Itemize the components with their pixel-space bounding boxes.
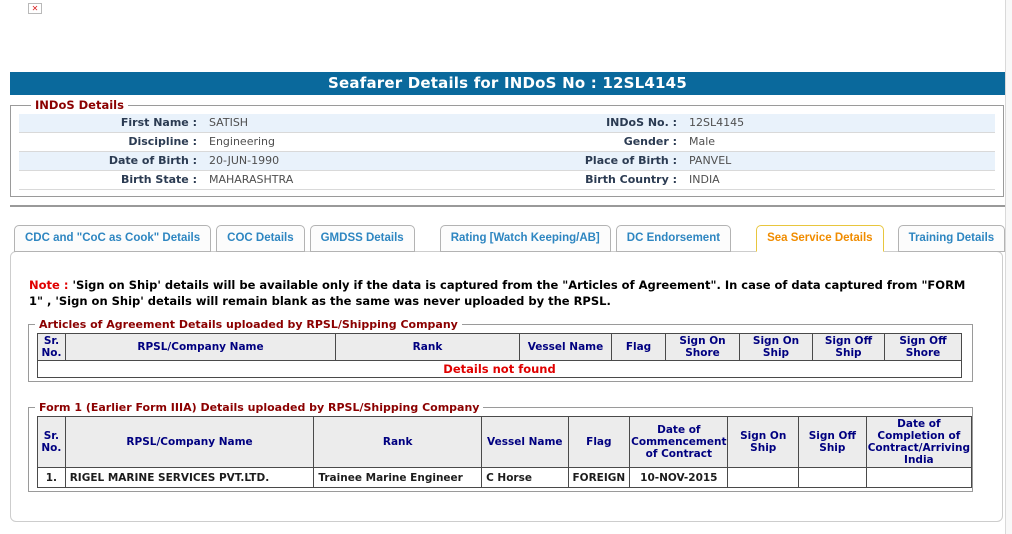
field-value: PANVEL — [689, 154, 732, 167]
indos-row: Date of Birth : 20-JUN-1990 Place of Bir… — [19, 152, 995, 171]
page-title: Seafarer Details for INDoS No : 12SL4145 — [10, 72, 1005, 95]
column-header: Date of Commencement of Contract — [629, 415, 729, 469]
column-header: Flag — [567, 415, 631, 469]
vertical-scrollbar[interactable] — [1005, 0, 1012, 534]
field-value: Engineering — [209, 135, 275, 148]
cell-completion-date — [865, 467, 973, 489]
field-label: Date of Birth : — [108, 154, 197, 167]
field-value: INDIA — [689, 173, 720, 186]
section-divider — [10, 205, 1007, 207]
empty-message: Details not found — [37, 360, 962, 379]
column-header: Sign On Ship — [739, 332, 813, 362]
indos-row: Discipline : Engineering Gender : Male — [19, 133, 995, 152]
column-header: RPSL/Company Name — [64, 415, 315, 469]
field-label: Birth State : — [120, 173, 197, 186]
note-prefix: Note : — [29, 278, 69, 292]
cell-sign-off-ship — [798, 467, 867, 489]
table-row: Details not found — [37, 360, 962, 379]
column-header: Rank — [313, 415, 483, 469]
note-body: 'Sign on Ship' details will be available… — [29, 278, 966, 308]
indos-row: Birth State : MAHARASHTRA Birth Country … — [19, 171, 995, 190]
column-header: RPSL/Company Name — [65, 332, 336, 362]
tab-sea-service-details[interactable]: Sea Service Details — [756, 225, 884, 252]
indos-row: First Name : SATISH INDoS No. : 12SL4145 — [19, 114, 995, 133]
column-header: Sign On Shore — [665, 332, 740, 362]
table-header-row: Sr. No. RPSL/Company Name Rank Vessel Na… — [37, 415, 973, 469]
tab-rating[interactable]: Rating [Watch Keeping/AB] — [439, 225, 611, 252]
form1-details-fieldset: Form 1 (Earlier Form IIIA) Details uploa… — [28, 401, 973, 492]
articles-of-agreement-table: Sr. No. RPSL/Company Name Rank Vessel Na… — [37, 332, 962, 379]
column-header: Date of Completion of Contract/Arriving … — [865, 415, 973, 469]
field-value: 20-JUN-1990 — [209, 154, 280, 167]
cell-commencement-date: 10-NOV-2015 — [629, 467, 729, 489]
field-value: MAHARASHTRA — [209, 173, 294, 186]
tab-content-panel: Note : 'Sign on Ship' details will be av… — [10, 251, 1003, 522]
column-header: Sr. No. — [37, 415, 66, 469]
column-header: Rank — [335, 332, 520, 362]
note-text: Note : 'Sign on Ship' details will be av… — [29, 278, 979, 309]
tab-bar: CDC and "CoC as Cook" Details COC Detail… — [14, 225, 1006, 252]
field-label: Discipline : — [128, 135, 197, 148]
field-label: First Name : — [120, 116, 197, 129]
tab-cdc-coc-cook[interactable]: CDC and "CoC as Cook" Details — [14, 225, 212, 252]
form1-details-table: Sr. No. RPSL/Company Name Rank Vessel Na… — [37, 415, 973, 489]
tab-coc-details[interactable]: COC Details — [216, 225, 305, 252]
cell-company-name: RIGEL MARINE SERVICES PVT.LTD. — [64, 467, 315, 489]
field-label: INDoS No. : — [606, 116, 677, 129]
cell-flag: FOREIGN — [567, 467, 631, 489]
broken-image-icon — [28, 3, 42, 14]
column-header: Flag — [611, 332, 666, 362]
column-header: Vessel Name — [519, 332, 612, 362]
field-label: Place of Birth : — [584, 154, 677, 167]
field-value: 12SL4145 — [689, 116, 745, 129]
column-header: Sr. No. — [37, 332, 66, 362]
column-header: Sign Off Ship — [798, 415, 867, 469]
field-value: SATISH — [209, 116, 249, 129]
table-row: 1. RIGEL MARINE SERVICES PVT.LTD. Traine… — [37, 467, 973, 489]
field-value: Male — [689, 135, 716, 148]
table-header-row: Sr. No. RPSL/Company Name Rank Vessel Na… — [37, 332, 962, 362]
indos-details-legend: INDoS Details — [35, 98, 124, 112]
articles-of-agreement-fieldset: Articles of Agreement Details uploaded b… — [28, 318, 973, 382]
form1-details-legend: Form 1 (Earlier Form IIIA) Details uploa… — [39, 401, 480, 414]
field-label: Birth Country : — [585, 173, 677, 186]
tab-dc-endorsement[interactable]: DC Endorsement — [615, 225, 732, 252]
indos-details-fieldset: INDoS Details First Name : SATISH INDoS … — [10, 98, 1004, 197]
column-header: Vessel Name — [481, 415, 569, 469]
field-label: Gender : — [623, 135, 677, 148]
tab-gmdss-details[interactable]: GMDSS Details — [309, 225, 415, 252]
column-header: Sign Off Shore — [884, 332, 962, 362]
articles-of-agreement-legend: Articles of Agreement Details uploaded b… — [39, 318, 458, 331]
column-header: Sign On Ship — [727, 415, 799, 469]
tab-training-details[interactable]: Training Details — [897, 225, 1006, 252]
column-header: Sign Off Ship — [812, 332, 885, 362]
cell-rank: Trainee Marine Engineer — [313, 467, 483, 489]
cell-sign-on-ship — [727, 467, 799, 489]
cell-sr-no: 1. — [37, 467, 66, 489]
cell-vessel-name: C Horse — [481, 467, 569, 489]
